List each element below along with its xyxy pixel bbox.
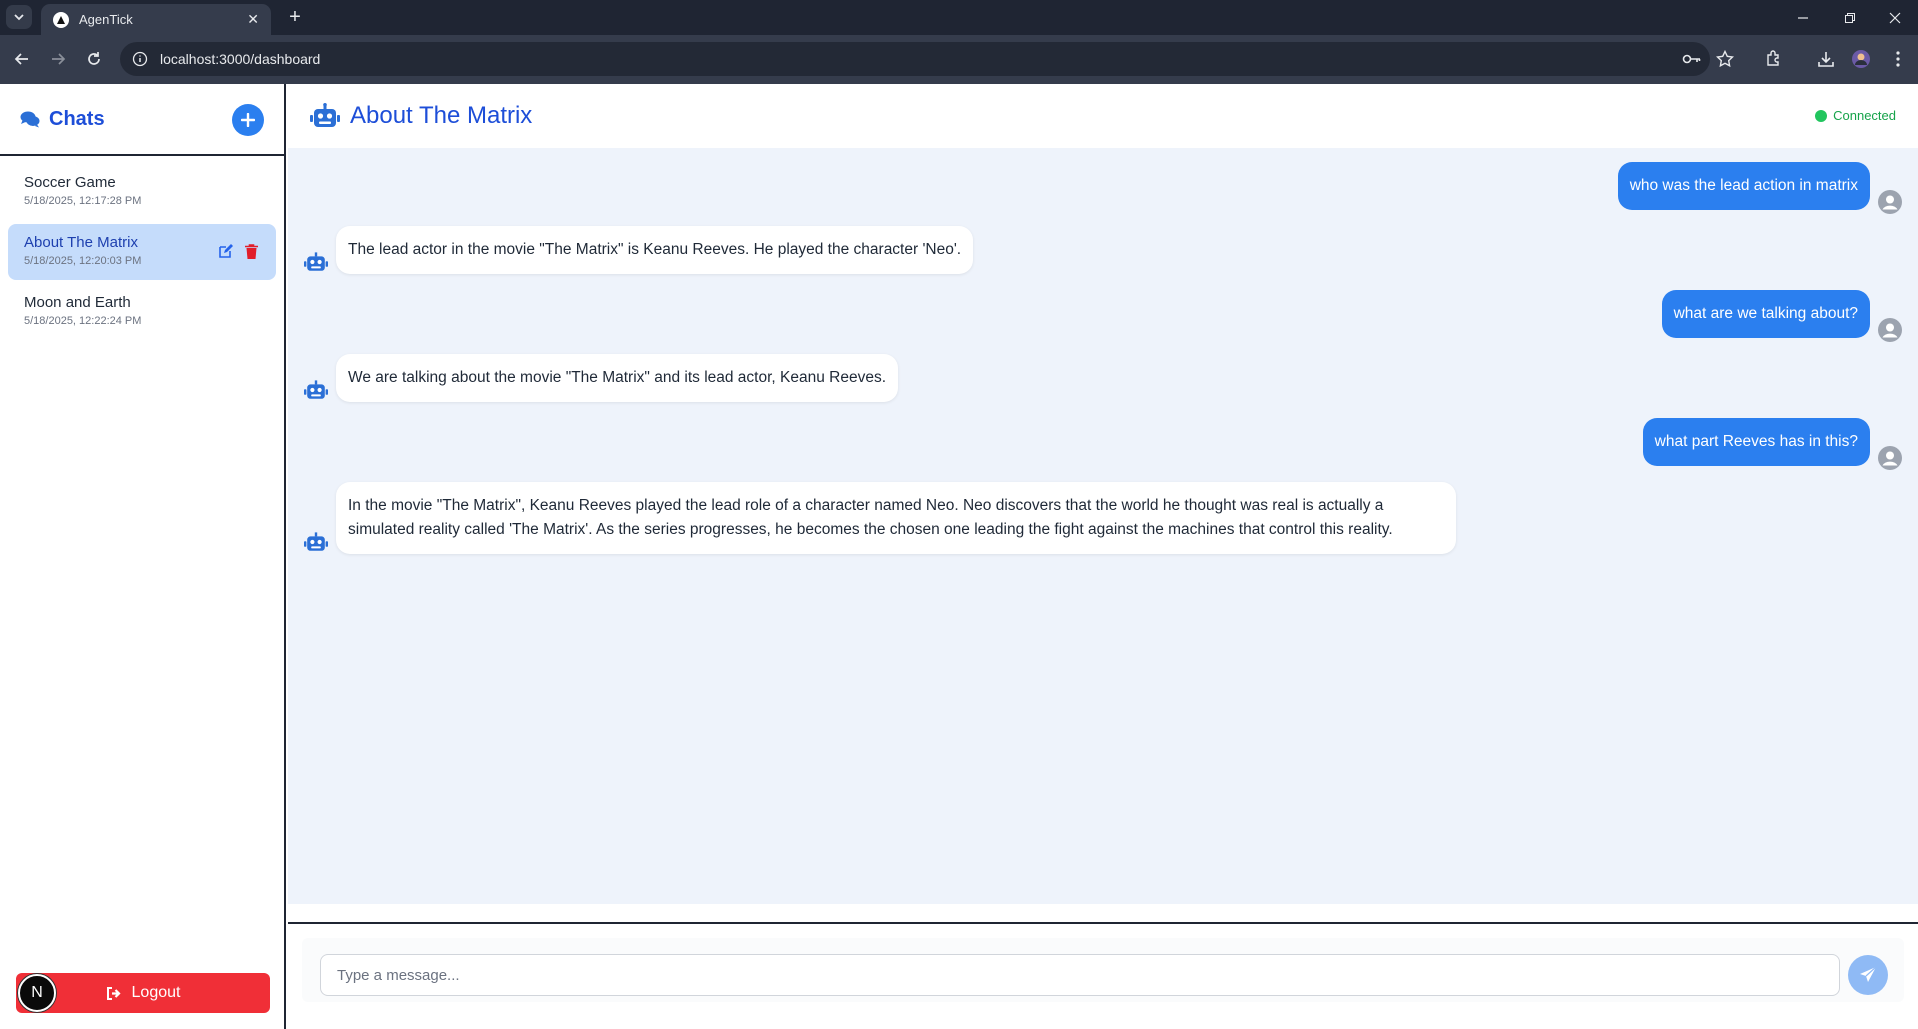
chat-item-time: 5/18/2025, 12:22:24 PM [24, 315, 142, 327]
menu-kebab-icon[interactable] [1886, 47, 1910, 71]
sidebar: Chats Soccer Game 5/18/2025, 12:17:28 PM… [0, 84, 286, 1029]
status-dot [1815, 109, 1828, 122]
bookmark-star-icon[interactable] [1713, 47, 1737, 71]
chat-item-about-the-matrix[interactable]: About The Matrix 5/18/2025, 12:20:03 PM [8, 224, 276, 280]
browser-tab[interactable]: AgenTick ✕ [41, 4, 271, 35]
user-avatar-icon [1878, 446, 1902, 470]
back-button[interactable] [10, 47, 34, 71]
message-row-bot: The lead actor in the movie "The Matrix"… [304, 226, 1902, 274]
sidebar-header: Chats [0, 84, 284, 156]
user-avatar-icon [1878, 318, 1902, 342]
restore-icon [1845, 12, 1855, 23]
profile-avatar-icon[interactable] [1849, 47, 1873, 71]
address-bar[interactable]: localhost:3000/dashboard [120, 42, 1710, 76]
robot-icon [304, 380, 328, 399]
tab-title: AgenTick [79, 12, 133, 27]
chat-item-name: Moon and Earth [24, 294, 131, 311]
chat-item-name: Soccer Game [24, 174, 116, 191]
chat-header: About The Matrix Connected [288, 84, 1918, 148]
send-button[interactable] [1848, 955, 1888, 995]
trash-icon[interactable] [245, 244, 258, 259]
edit-icon[interactable] [218, 244, 233, 259]
arrow-right-icon [52, 53, 66, 65]
sidebar-title: Chats [49, 107, 105, 130]
chat-panel: About The Matrix Connected who was the l… [288, 84, 1918, 1029]
browser-toolbar: localhost:3000/dashboard [0, 35, 1918, 84]
message-composer [288, 922, 1918, 1029]
close-window-button[interactable] [1872, 0, 1918, 35]
chat-title: About The Matrix [350, 102, 533, 129]
logout-icon [106, 986, 121, 1000]
arrow-left-icon [14, 53, 28, 65]
bot-message-bubble: In the movie "The Matrix", Keanu Reeves … [336, 482, 1456, 554]
new-chat-button[interactable] [232, 104, 264, 136]
nextjs-dev-badge[interactable]: N [18, 974, 56, 1012]
user-message-bubble: who was the lead action in matrix [1617, 162, 1870, 210]
status-text: Connected [1833, 108, 1896, 123]
minimize-button[interactable] [1780, 0, 1826, 35]
chat-item-time: 5/18/2025, 12:17:28 PM [24, 195, 142, 207]
message-row-user: what are we talking about? [304, 290, 1902, 342]
user-message-bubble: what are we talking about? [1661, 290, 1870, 338]
favicon-icon [53, 11, 69, 28]
downloads-icon[interactable] [1814, 47, 1838, 71]
new-tab-button[interactable]: + [283, 5, 307, 29]
messages-area: who was the lead action in matrix The le… [288, 148, 1918, 904]
plus-icon [241, 113, 255, 127]
minimize-icon [1798, 16, 1808, 19]
message-row-user: who was the lead action in matrix [304, 162, 1902, 214]
reload-button[interactable] [82, 47, 106, 71]
password-key-icon[interactable] [1680, 47, 1704, 71]
user-message-bubble: what part Reeves has in this? [1642, 418, 1870, 466]
chat-item-soccer-game[interactable]: Soccer Game 5/18/2025, 12:17:28 PM [8, 164, 276, 220]
bot-message-bubble: The lead actor in the movie "The Matrix"… [336, 226, 974, 274]
forward-button[interactable] [46, 47, 70, 71]
robot-icon [304, 532, 328, 551]
connection-status: Connected [1815, 108, 1896, 123]
tab-search-button[interactable] [6, 5, 32, 29]
bot-message-bubble: We are talking about the movie "The Matr… [336, 354, 899, 402]
browser-tabbar: AgenTick ✕ + [0, 0, 1918, 35]
close-icon [1889, 12, 1901, 23]
send-icon [1860, 966, 1877, 982]
chat-item-moon-and-earth[interactable]: Moon and Earth 5/18/2025, 12:22:24 PM [8, 284, 276, 340]
extensions-icon[interactable] [1762, 47, 1786, 71]
message-row-user: what part Reeves has in this? [304, 418, 1902, 470]
chevron-down-icon [14, 14, 24, 21]
logout-label: Logout [131, 984, 181, 1001]
message-row-bot: In the movie "The Matrix", Keanu Reeves … [304, 482, 1902, 554]
reload-icon [88, 52, 100, 65]
chat-list: Soccer Game 5/18/2025, 12:17:28 PM About… [0, 156, 284, 352]
chat-item-actions [218, 244, 258, 259]
message-row-bot: We are talking about the movie "The Matr… [304, 354, 1902, 402]
robot-icon [310, 103, 340, 127]
restore-button[interactable] [1827, 0, 1873, 35]
url-text: localhost:3000/dashboard [160, 51, 321, 67]
message-input[interactable] [320, 954, 1840, 996]
tab-close-icon[interactable]: ✕ [247, 11, 259, 28]
chats-icon [20, 111, 40, 128]
info-icon [132, 51, 148, 67]
user-avatar-icon [1878, 190, 1902, 214]
robot-icon [304, 252, 328, 271]
